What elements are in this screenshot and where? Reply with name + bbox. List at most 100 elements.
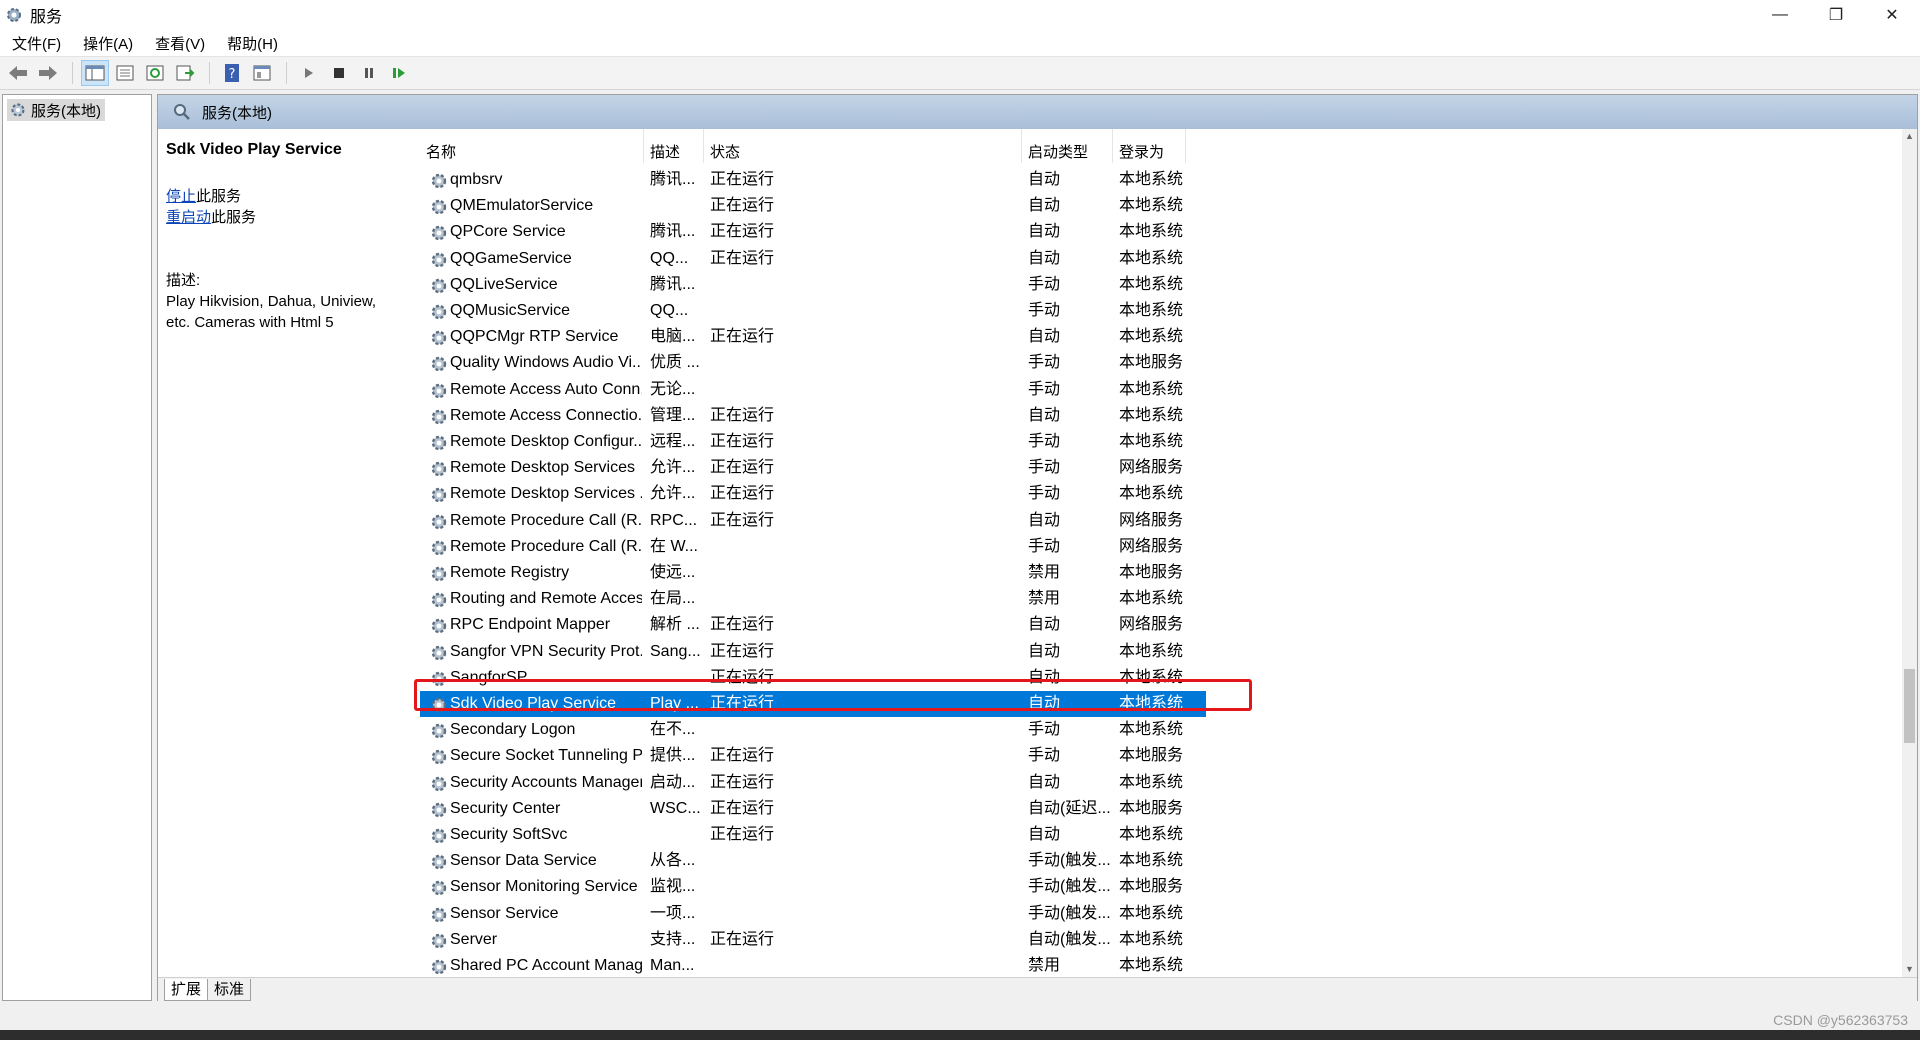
help-topics-button[interactable] [248, 60, 276, 86]
scroll-down-arrow-icon[interactable]: ▼ [1902, 962, 1917, 977]
scroll-thumb[interactable] [1904, 669, 1915, 743]
export-list-button[interactable] [171, 60, 199, 86]
service-startup-type: 手动 [1028, 380, 1061, 398]
console-tree-icon [85, 65, 105, 81]
table-row[interactable]: QMEmulatorService 正在运行 自动 本地系统 [420, 193, 1206, 219]
column-header-log-on-as[interactable]: 登录为 [1113, 129, 1186, 163]
table-row[interactable]: Server 支持... 正在运行 自动(触发... 本地系统 [420, 927, 1206, 953]
service-description: 在局... [650, 590, 696, 608]
properties-button[interactable] [111, 60, 139, 86]
gear-icon [431, 645, 447, 660]
forward-button[interactable] [34, 60, 62, 86]
vertical-scrollbar[interactable]: ▲ ▼ [1902, 129, 1917, 977]
table-row[interactable]: RPC Endpoint Mapper 解析 ... 正在运行 自动 网络服务 [420, 612, 1206, 638]
table-row[interactable]: QQMusicService QQ... 手动 本地系统 [420, 298, 1206, 324]
table-row[interactable]: Remote Desktop Services 允许... 正在运行 手动 网络服务 [420, 455, 1206, 481]
column-header-description[interactable]: 描述 [644, 129, 704, 163]
gear-icon [431, 330, 447, 346]
service-description: 电脑... [650, 328, 696, 346]
service-log-on-as: 本地系统 [1119, 642, 1184, 660]
toolbar-separator [286, 62, 287, 84]
table-row[interactable]: Remote Desktop Services ... 允许... 正在运行 手动 本地… [420, 481, 1206, 507]
table-row[interactable]: QQLiveService 腾讯... 手动 本地系统 [420, 272, 1206, 298]
service-status: 正在运行 [710, 223, 775, 241]
table-row[interactable]: Secure Socket Tunneling P... 提供... 正在运行 手动 本… [420, 743, 1206, 769]
menu-file[interactable]: 文件(F) [0, 33, 71, 54]
service-status: 正在运行 [710, 930, 775, 948]
table-row[interactable]: Remote Registry 使远... 禁用 本地服务 [420, 560, 1206, 586]
tab-standard[interactable]: 标准 [207, 979, 252, 1001]
table-row[interactable]: Sensor Service 一项... 手动(触发... 本地系统 [420, 901, 1206, 927]
stop-service-link[interactable]: 停止 [166, 188, 196, 205]
stop-service-button[interactable] [325, 60, 353, 86]
service-status [710, 717, 1010, 743]
service-description: WSC... [650, 799, 701, 817]
table-row[interactable]: Remote Procedure Call (R... 在 W... 手动 网络服务 [420, 534, 1206, 560]
menu-help[interactable]: 帮助(H) [215, 33, 288, 54]
tab-extended[interactable]: 扩展 [164, 979, 209, 1001]
refresh-button[interactable] [141, 60, 169, 86]
column-header-name[interactable]: 名称 [420, 129, 644, 163]
table-row[interactable]: Routing and Remote Access 在局... 禁用 本地系统 [420, 586, 1206, 612]
service-log-on-as: 网络服务 [1119, 537, 1184, 555]
service-startup-type: 手动 [1028, 302, 1061, 319]
service-name: QQLiveService [450, 275, 558, 293]
table-row[interactable]: Remote Procedure Call (R... RPC... 正在运行 自动 网… [420, 508, 1206, 534]
service-startup-type: 自动 [1028, 197, 1061, 215]
table-row[interactable]: Sensor Data Service 从各... 手动(触发... 本地系统 [420, 848, 1206, 874]
service-name: Secure Socket Tunneling P... [450, 747, 642, 765]
service-startup-type: 自动(触发... [1028, 930, 1111, 948]
export-icon [176, 65, 195, 81]
view-tabs: 扩展 标准 [158, 977, 1917, 1001]
stop-icon [334, 68, 344, 78]
service-startup-type: 手动 [1028, 485, 1061, 503]
table-row[interactable]: Security SoftSvc 正在运行 自动 本地系统 [420, 822, 1206, 848]
table-row[interactable]: Remote Access Auto Conn... 无论... 手动 本地系统 [420, 377, 1206, 403]
list-header: 名称 描述 状态 启动类型 登录为 [420, 129, 1902, 163]
start-service-button[interactable] [295, 60, 323, 86]
back-button[interactable] [4, 60, 32, 86]
restore-button[interactable]: ❐ [1808, 0, 1864, 30]
service-status [710, 377, 1010, 403]
minimize-button[interactable]: — [1752, 0, 1808, 30]
close-button[interactable]: ✕ [1864, 0, 1920, 30]
tree-item-services-local[interactable]: 服务(本地) [7, 99, 105, 121]
table-row[interactable]: Security Accounts Manager 启动... 正在运行 自动 本地系统 [420, 770, 1206, 796]
scroll-up-arrow-icon[interactable]: ▲ [1902, 129, 1917, 144]
help-button[interactable]: ? [218, 60, 246, 86]
table-row[interactable]: Secondary Logon 在不... 手动 本地系统 [420, 717, 1206, 743]
service-description: 优质 ... [650, 354, 700, 372]
table-row[interactable]: Quality Windows Audio Vi... 优质 ... 手动 本地服务 [420, 350, 1206, 376]
service-startup-type: 禁用 [1028, 590, 1061, 608]
table-row[interactable]: qmbsrv 腾讯... 正在运行 自动 本地系统 [420, 167, 1206, 193]
table-row[interactable]: QQGameService QQ... 正在运行 自动 本地系统 [420, 246, 1206, 272]
show-hide-tree-button[interactable] [81, 60, 109, 86]
table-row[interactable]: Sangfor VPN Security Prot... Sang... 正在运行 自… [420, 639, 1206, 665]
table-row[interactable]: Shared PC Account Manager Man... 禁用 本地系统 [420, 953, 1206, 977]
gear-icon [431, 461, 447, 477]
service-log-on-as: 本地系统 [1119, 275, 1184, 293]
table-row[interactable]: Sensor Monitoring Service 监视... 手动(触发... 本地… [420, 874, 1206, 900]
restart-service-link[interactable]: 重启动 [166, 209, 211, 226]
service-status [710, 350, 1010, 376]
table-row[interactable]: QQPCMgr RTP Service 电脑... 正在运行 自动 本地系统 [420, 324, 1206, 350]
service-log-on-as: 本地系统 [1119, 406, 1184, 424]
service-description: 启动... [650, 773, 696, 791]
service-name: Remote Procedure Call (R... [450, 537, 642, 555]
service-log-on-as: 本地服务 [1119, 878, 1184, 896]
column-header-status[interactable]: 状态 [704, 129, 1022, 163]
service-name: Remote Procedure Call (R... [450, 511, 642, 529]
pause-service-button[interactable] [355, 60, 383, 86]
menu-action[interactable]: 操作(A) [71, 33, 143, 54]
start-icon [305, 68, 313, 78]
table-row[interactable]: QPCore Service 腾讯... 正在运行 自动 本地系统 [420, 219, 1206, 245]
table-row[interactable]: Security Center WSC... 正在运行 自动(延迟... 本地服务 [420, 796, 1206, 822]
service-status: 正在运行 [710, 747, 775, 765]
selected-service-name: Sdk Video Play Service [166, 141, 342, 158]
selected-row-highlight-annotation [414, 679, 1252, 711]
menu-view[interactable]: 查看(V) [143, 33, 215, 54]
restart-service-button[interactable] [385, 60, 413, 86]
table-row[interactable]: Remote Desktop Configur... 远程... 正在运行 手动 本地系… [420, 429, 1206, 455]
table-row[interactable]: Remote Access Connectio... 管理... 正在运行 自动 本地系… [420, 403, 1206, 429]
column-header-startup-type[interactable]: 启动类型 [1022, 129, 1113, 163]
